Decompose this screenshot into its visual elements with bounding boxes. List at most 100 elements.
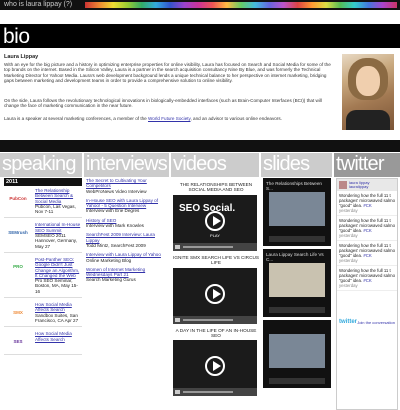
twitter-header: laura lippay lauralippay [337, 179, 397, 191]
slides-column: The Relationships Between S... Laura Lipp… [263, 178, 332, 410]
tweet: Wondering how the full 11 t packages' mi… [337, 266, 397, 291]
slide-navigation[interactable] [269, 307, 325, 313]
interview-link[interactable]: In-House SEO with Laura Lippay of Yahoo!… [86, 198, 169, 209]
tweet-time: yesterday [339, 233, 358, 238]
twitter-logo[interactable]: twitter [339, 319, 357, 325]
event-logo: SEMrush [8, 229, 28, 235]
twitter-widget: laura lippay lauralippay Wondering how th… [336, 178, 398, 410]
event-logo: SES [13, 338, 23, 344]
slide-navigation[interactable] [269, 378, 325, 384]
bio-name: Laura Lippay [4, 54, 39, 60]
speaking-detail: Pro SEO Seminar, Boston, MA, May 15-16 [35, 278, 78, 294]
video-player[interactable]: SEO Social. PLAY [173, 194, 257, 251]
interview-link[interactable]: The Secret to Cultivating Your Competito… [86, 178, 169, 189]
play-control-icon[interactable] [175, 317, 180, 322]
play-control-icon[interactable] [175, 390, 180, 395]
interviews-heading: interviews [84, 153, 169, 177]
speaking-text: How Social Media Affects Search Sandbox S… [35, 302, 82, 323]
tweet: Wondering how the full 11 t packages' mi… [337, 216, 397, 241]
progress-bar[interactable] [183, 318, 233, 321]
slide-thumbnail [269, 192, 325, 226]
portrait-photo [342, 54, 394, 130]
tweet-time: yesterday [339, 258, 358, 263]
tweet-hashtag-link[interactable]: #CK [363, 278, 371, 283]
speaking-item: SMX How Social Media Affects Search Sandbo… [4, 302, 82, 328]
video-controls[interactable] [173, 242, 257, 251]
speaking-text: How Social Media Affects Search [35, 331, 82, 351]
speaking-heading: speaking [0, 153, 82, 177]
interview-item: Interview with Laura Lippay of Yahoo Onli… [86, 252, 169, 263]
slideshow-embed[interactable] [263, 320, 331, 388]
video-player[interactable] [173, 267, 257, 324]
interview-link[interactable]: SearchFest 2009 Interview: Laura Lippay [86, 232, 169, 243]
speaking-title-link[interactable]: Post-Panther SEO: Google Didn't Just Cha… [35, 257, 82, 278]
divider-bar [0, 140, 400, 152]
slideshow-title[interactable]: Laura Lippay Search Life Vs C... [266, 252, 328, 262]
video-title: THE RELATIONSHIPS BETWEEN SOCIAL MEDIA A… [179, 182, 253, 193]
bio-paragraph-3: Laura is a speaker at several marketing … [4, 116, 336, 121]
bio-p3-text: Laura is a speaker at several marketing … [4, 116, 149, 121]
slide-thumbnail [269, 334, 325, 368]
play-control-icon[interactable] [175, 244, 180, 249]
bio-header: bio [0, 24, 400, 48]
speaking-detail: Pubcon, Las Vegas, Nov 7-11 [35, 203, 76, 215]
video-controls[interactable] [173, 388, 257, 397]
interview-item: The Secret to Cultivating Your Competito… [86, 178, 169, 194]
interview-item: In-House SEO with Laura Lippay of Yahoo!… [86, 198, 169, 214]
interviews-column: The Secret to Cultivating Your Competito… [86, 178, 169, 410]
tweet: Wondering how the full 11 t packages' mi… [337, 241, 397, 266]
tweet: Wondering how the full 11 t packages' mi… [337, 191, 397, 216]
slideshow-embed[interactable]: Laura Lippay Search Life Vs C... [263, 249, 331, 317]
tweet-hashtag-link[interactable]: #CK [363, 253, 371, 258]
bio-p3-text-end: , and an advisor to various online endea… [190, 116, 282, 121]
speaking-title-link[interactable]: How Social Media Affects Search [35, 331, 82, 342]
play-icon[interactable] [205, 210, 225, 231]
twitter-heading: twitter [334, 153, 400, 177]
speaking-column: 2011 PubCon The Relationship Between Sear… [4, 178, 82, 410]
interview-source: Todd Mintz, SearchFest 2009 [86, 242, 146, 248]
speaking-title-link[interactable]: How Social Media Affects Search [35, 302, 82, 313]
video-title: A DAY IN THE LIFE OF AN IN-HOUSE SEO [175, 327, 257, 339]
interview-source: Interview with Erie Degres [86, 208, 140, 214]
interview-link[interactable]: Women of Internet Marketing Wednesdays P… [86, 267, 169, 278]
slides-heading: slides [261, 153, 332, 177]
speaking-detail: Sandbox Suites, San Francisco, CA Apr 27 [35, 312, 79, 323]
speaking-text: Post-Panther SEO: Google Didn't Just Cha… [35, 257, 82, 294]
tweet-time: yesterday [339, 283, 358, 288]
video-player[interactable] [173, 340, 257, 397]
year-label: 2011 [4, 178, 82, 186]
tweet-hashtag-link[interactable]: #CK [363, 203, 371, 208]
interview-item: SearchFest 2009 Interview: Laura Lippay T… [86, 232, 169, 248]
progress-bar[interactable] [183, 391, 233, 394]
videos-column: THE RELATIONSHIPS BETWEEN SOCIAL MEDIA A… [173, 178, 259, 410]
twitter-user[interactable]: lauralippay [349, 184, 369, 190]
interview-source: Online Marketing Blog [86, 257, 132, 263]
tweet-time: yesterday [339, 208, 358, 213]
progress-bar[interactable] [183, 245, 233, 248]
bio-title: bio [3, 25, 30, 48]
who-is-link[interactable]: who is laura lippay (?) [4, 1, 72, 8]
play-icon[interactable] [205, 283, 225, 304]
play-icon[interactable] [205, 356, 225, 377]
speaking-item: PubCon The Relationship Between Search & … [4, 188, 82, 219]
slide-thumbnail [269, 263, 325, 297]
speaking-title-link[interactable]: International In-House SEO Summit [35, 222, 82, 233]
speaking-text: International In-House SEO Summit SEMSEO … [35, 222, 82, 248]
event-logo: PubCon [9, 195, 27, 201]
speaking-detail: SEMSEO 2011 Hannover, Germany, May 27 [35, 233, 78, 249]
slide-navigation[interactable] [269, 236, 325, 242]
bio-paragraph-1: With an eye for the big picture and a hi… [4, 62, 331, 84]
event-logo: PRO [13, 264, 23, 270]
video-controls[interactable] [173, 315, 257, 324]
join-conversation-link[interactable]: Join the conversation [357, 320, 395, 325]
video-title: IGNITE SMX SEARCH LIFE VS CIRCUS LIFE [173, 254, 259, 266]
interview-source: Interview with Mark Knowles [86, 223, 144, 229]
event-logo: SMX [13, 309, 23, 315]
tweet-hashtag-link[interactable]: #CK [363, 228, 371, 233]
twitter-footer: twitter Join the conversation [339, 317, 395, 327]
speaking-title-link[interactable]: The Relationship Between Search & Social… [35, 188, 82, 204]
slideshow-embed[interactable]: The Relationships Between S... [263, 178, 331, 246]
interview-item: History of SEO Interview with Mark Knowle… [86, 218, 169, 229]
world-future-society-link[interactable]: World Future Society [148, 116, 190, 121]
slideshow-title[interactable]: The Relationships Between S... [266, 181, 328, 191]
